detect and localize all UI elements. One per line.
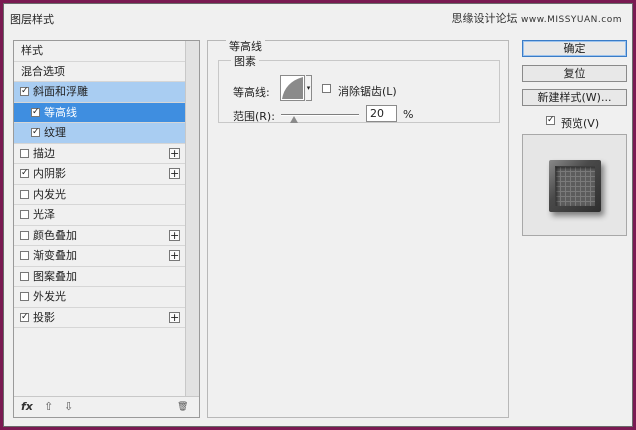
add-inner-shadow-icon[interactable]: +	[169, 168, 180, 179]
style-item-label: 光泽	[33, 208, 55, 221]
contour-picker[interactable]	[280, 75, 305, 101]
title-bar: 图层样式 思缘设计论坛 www.MISSYUAN.com	[4, 4, 632, 30]
add-drop-shadow-icon[interactable]: +	[169, 311, 180, 323]
style-item-satin[interactable]: 光泽	[14, 205, 186, 226]
add-gradient-overlay-icon[interactable]: +	[169, 250, 180, 261]
styles-toolbar: fx ⇧ ⇩ 🗑	[14, 396, 199, 417]
add-stroke-icon[interactable]: +	[169, 147, 180, 159]
trash-icon[interactable]: 🗑	[177, 402, 188, 412]
style-item-label: 内发光	[33, 187, 66, 201]
drop-shadow-checkbox[interactable]: ✓	[20, 312, 29, 322]
contour-checkbox[interactable]: ✓	[31, 107, 40, 117]
style-item-inner-shadow[interactable]: ✓ 内阴影 +	[14, 164, 186, 185]
style-item-outer-glow[interactable]: 外发光	[14, 287, 186, 308]
style-item-inner-glow[interactable]: 内发光	[14, 185, 186, 205]
style-item-label: 斜面和浮雕	[33, 85, 88, 98]
elements-group: 图素 等高线: ▾ 消除锯齿(L) 范围(R): 20 %	[218, 53, 500, 123]
preview-label: 预览(V)	[561, 117, 600, 130]
dialog-title: 图层样式	[10, 13, 54, 26]
style-item-gradient-overlay[interactable]: 渐变叠加 +	[14, 246, 186, 267]
move-up-icon[interactable]: ⇧	[44, 400, 53, 413]
fx-icon[interactable]: fx	[21, 400, 33, 413]
styles-header[interactable]: 样式	[14, 41, 186, 62]
preview-checkbox[interactable]: ✓	[546, 116, 555, 125]
bevel-emboss-checkbox[interactable]: ✓	[20, 87, 29, 96]
satin-checkbox[interactable]	[20, 210, 29, 219]
style-item-texture[interactable]: ✓ 纹理	[14, 123, 186, 144]
outer-glow-checkbox[interactable]	[20, 292, 29, 301]
inner-glow-checkbox[interactable]	[20, 189, 29, 199]
contour-label: 等高线:	[233, 86, 270, 99]
style-item-label: 等高线	[44, 105, 77, 119]
style-item-label: 渐变叠加	[33, 249, 77, 262]
range-label: 范围(R):	[233, 110, 275, 123]
style-item-label: 外发光	[33, 290, 66, 303]
contour-panel: 等高线 图素 等高线: ▾ 消除锯齿(L) 范围(R): 20 %	[207, 38, 509, 418]
style-item-label: 描边	[33, 146, 55, 160]
style-item-pattern-overlay[interactable]: 图案叠加	[14, 267, 186, 287]
range-slider-thumb[interactable]	[290, 116, 298, 123]
watermark-cn: 思缘设计论坛	[451, 12, 518, 25]
ok-button[interactable]: 确定	[522, 40, 627, 57]
stroke-checkbox[interactable]	[20, 148, 29, 158]
contour-dropdown-arrow[interactable]: ▾	[306, 75, 312, 101]
style-item-color-overlay[interactable]: 颜色叠加 +	[14, 226, 186, 246]
style-item-contour[interactable]: ✓ 等高线	[14, 102, 186, 123]
layer-style-dialog: 图层样式 思缘设计论坛 www.MISSYUAN.com 样式 混合选项 ✓ 斜…	[3, 3, 633, 427]
preview-swatch	[549, 160, 601, 212]
style-preview	[522, 134, 627, 236]
pattern-overlay-checkbox[interactable]	[20, 271, 29, 281]
style-item-bevel-emboss[interactable]: ✓ 斜面和浮雕	[14, 82, 186, 103]
styles-header-label: 样式	[21, 44, 43, 57]
style-item-label: 颜色叠加	[33, 228, 77, 242]
style-item-label: 投影	[33, 310, 55, 324]
inner-shadow-checkbox[interactable]: ✓	[20, 169, 29, 178]
blend-options-item[interactable]: 混合选项	[14, 62, 186, 82]
styles-list: 样式 混合选项 ✓ 斜面和浮雕 ✓ 等高线 ✓ 纹理 描边 + ✓ 内阴影 + …	[14, 41, 186, 328]
reset-button[interactable]: 复位	[522, 65, 627, 82]
blend-options-label: 混合选项	[21, 64, 65, 78]
style-item-drop-shadow[interactable]: ✓ 投影 +	[14, 308, 186, 328]
texture-checkbox[interactable]: ✓	[31, 128, 40, 137]
contour-curve-icon	[282, 77, 303, 99]
watermark-url: www.MISSYUAN.com	[520, 15, 622, 25]
add-color-overlay-icon[interactable]: +	[169, 229, 180, 241]
style-item-label: 内阴影	[33, 167, 66, 180]
preview-swatch-texture	[555, 166, 595, 206]
styles-scrollbar[interactable]	[185, 41, 199, 397]
style-item-label: 图案叠加	[33, 269, 77, 283]
watermark: 思缘设计论坛 www.MISSYUAN.com	[451, 10, 622, 26]
contour-section-title: 等高线	[226, 38, 265, 54]
styles-panel: 样式 混合选项 ✓ 斜面和浮雕 ✓ 等高线 ✓ 纹理 描边 + ✓ 内阴影 + …	[13, 40, 200, 418]
style-item-stroke[interactable]: 描边 +	[14, 144, 186, 164]
antialias-checkbox[interactable]	[322, 84, 331, 93]
elements-group-title: 图素	[231, 53, 259, 69]
new-style-button[interactable]: 新建样式(W)...	[522, 89, 627, 106]
range-unit: %	[403, 108, 414, 121]
range-input[interactable]: 20	[366, 105, 397, 122]
style-item-label: 纹理	[44, 126, 66, 139]
color-overlay-checkbox[interactable]	[20, 230, 29, 240]
antialias-label: 消除锯齿(L)	[338, 85, 397, 98]
move-down-icon[interactable]: ⇩	[64, 400, 73, 413]
gradient-overlay-checkbox[interactable]	[20, 251, 29, 260]
